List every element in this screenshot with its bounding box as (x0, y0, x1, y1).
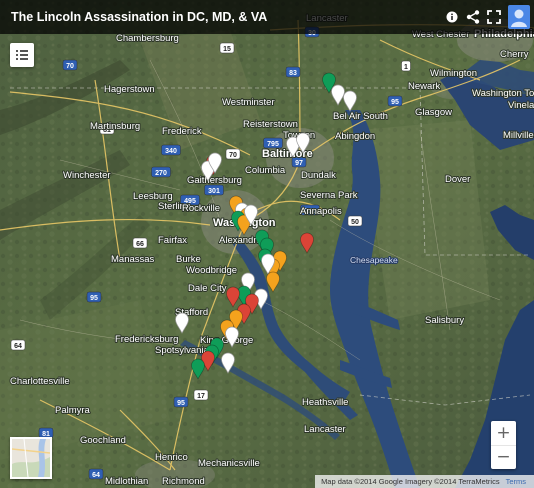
satellite-map[interactable]: 1530831957081340270707959750301495662959… (0, 0, 534, 488)
svg-text:795: 795 (267, 141, 279, 148)
zoom-out-button[interactable]: − (491, 445, 516, 469)
place-label: Goochland (80, 435, 126, 446)
place-label: Newark (408, 81, 440, 92)
highway-shield: 17 (193, 389, 209, 401)
place-label: Bel Air South (333, 111, 388, 122)
fullscreen-icon[interactable] (485, 8, 503, 26)
place-label: Manassas (111, 254, 155, 265)
place-label: Dundalk (301, 170, 336, 181)
svg-text:83: 83 (289, 70, 297, 77)
place-label: Glasgow (415, 107, 452, 118)
highway-shield: 70 (62, 59, 78, 71)
highway-shield: 64 (10, 339, 26, 351)
highway-shield: 301 (204, 184, 224, 196)
svg-text:15: 15 (223, 46, 231, 53)
place-label: Palmyra (55, 405, 91, 416)
zoom-in-button[interactable]: + (491, 421, 516, 446)
place-label: Severna Park (300, 190, 358, 201)
place-label: Fairfax (158, 235, 187, 246)
place-label: Martinsburg (90, 121, 140, 132)
place-label: Vineland (508, 100, 534, 111)
svg-text:270: 270 (155, 170, 167, 177)
place-label: Rockville (182, 203, 220, 214)
place-label: Columbia (245, 165, 286, 176)
svg-text:301: 301 (208, 188, 220, 195)
map-viewer: 1530831957081340270707959750301495662959… (0, 0, 534, 488)
info-icon[interactable] (443, 8, 461, 26)
place-label: Richmond (162, 476, 205, 487)
place-label: Dover (445, 174, 470, 185)
svg-text:97: 97 (295, 160, 303, 167)
svg-text:340: 340 (165, 148, 177, 155)
highway-shield: 64 (88, 468, 104, 480)
highway-shield: 270 (151, 166, 171, 178)
map-type-toggle-thumbnail[interactable] (10, 437, 52, 479)
highway-shield: 83 (285, 66, 301, 78)
svg-text:70: 70 (229, 152, 237, 159)
place-label: Woodbridge (186, 265, 237, 276)
svg-text:50: 50 (351, 219, 359, 226)
place-label: Abingdon (335, 131, 375, 142)
place-label: Burke (176, 254, 201, 265)
place-label: Reisterstown (243, 119, 298, 130)
terms-link[interactable]: Terms (506, 477, 526, 486)
map-title-bar: The Lincoln Assassination in DC, MD, & V… (0, 0, 534, 34)
place-label: Annapolis (300, 206, 342, 217)
place-label: Midlothian (105, 476, 148, 487)
place-label: Salisbury (425, 315, 464, 326)
highway-shield: 795 (263, 137, 283, 149)
place-label: Henrico (155, 452, 188, 463)
svg-text:70: 70 (66, 63, 74, 70)
svg-text:66: 66 (136, 241, 144, 248)
place-label: Charlottesville (10, 376, 70, 387)
place-label: Mechanicsville (198, 458, 260, 469)
highway-shield: 95 (387, 95, 403, 107)
legend-list-icon[interactable] (10, 43, 34, 67)
place-label: Chambersburg (116, 33, 179, 44)
map-title: The Lincoln Assassination in DC, MD, & V… (11, 10, 268, 24)
highway-shield: 50 (347, 215, 363, 227)
highway-shield: 15 (219, 42, 235, 54)
water-label: Chesapeake (350, 255, 398, 265)
place-label: Hagerstown (104, 84, 155, 95)
place-label: Gaithersburg (187, 175, 242, 186)
place-label: Spotsylvania (155, 345, 210, 356)
svg-text:64: 64 (14, 343, 22, 350)
highway-shield: 95 (173, 396, 189, 408)
svg-text:1: 1 (404, 64, 408, 71)
place-label: Wilmington (430, 68, 477, 79)
highway-shield: 95 (86, 291, 102, 303)
svg-text:95: 95 (391, 99, 399, 106)
account-avatar-icon[interactable] (508, 5, 530, 29)
place-label: Cherry (500, 49, 529, 60)
svg-text:17: 17 (197, 393, 205, 400)
place-label: Westminster (222, 97, 275, 108)
place-label: Fredericksburg (115, 334, 178, 345)
place-label: Lancaster (304, 424, 346, 435)
place-label: Dale City (188, 283, 227, 294)
place-label: Winchester (63, 170, 111, 181)
highway-shield: 66 (132, 237, 148, 249)
zoom-control: + − (491, 421, 516, 469)
attribution-text: Map data ©2014 Google Imagery ©2014 Terr… (321, 477, 500, 486)
place-label: Heathsville (302, 397, 348, 408)
highway-shield: 340 (161, 144, 181, 156)
svg-text:95: 95 (177, 400, 185, 407)
highway-shield: 70 (225, 148, 241, 160)
svg-text:95: 95 (90, 295, 98, 302)
place-label: Washington Towns (472, 88, 534, 99)
place-label: Millville (503, 130, 534, 141)
share-icon[interactable] (464, 8, 482, 26)
highway-shield: 1 (401, 60, 411, 72)
map-attribution: Map data ©2014 Google Imagery ©2014 Terr… (315, 475, 534, 488)
svg-text:64: 64 (92, 472, 100, 479)
place-label: Frederick (162, 126, 202, 137)
